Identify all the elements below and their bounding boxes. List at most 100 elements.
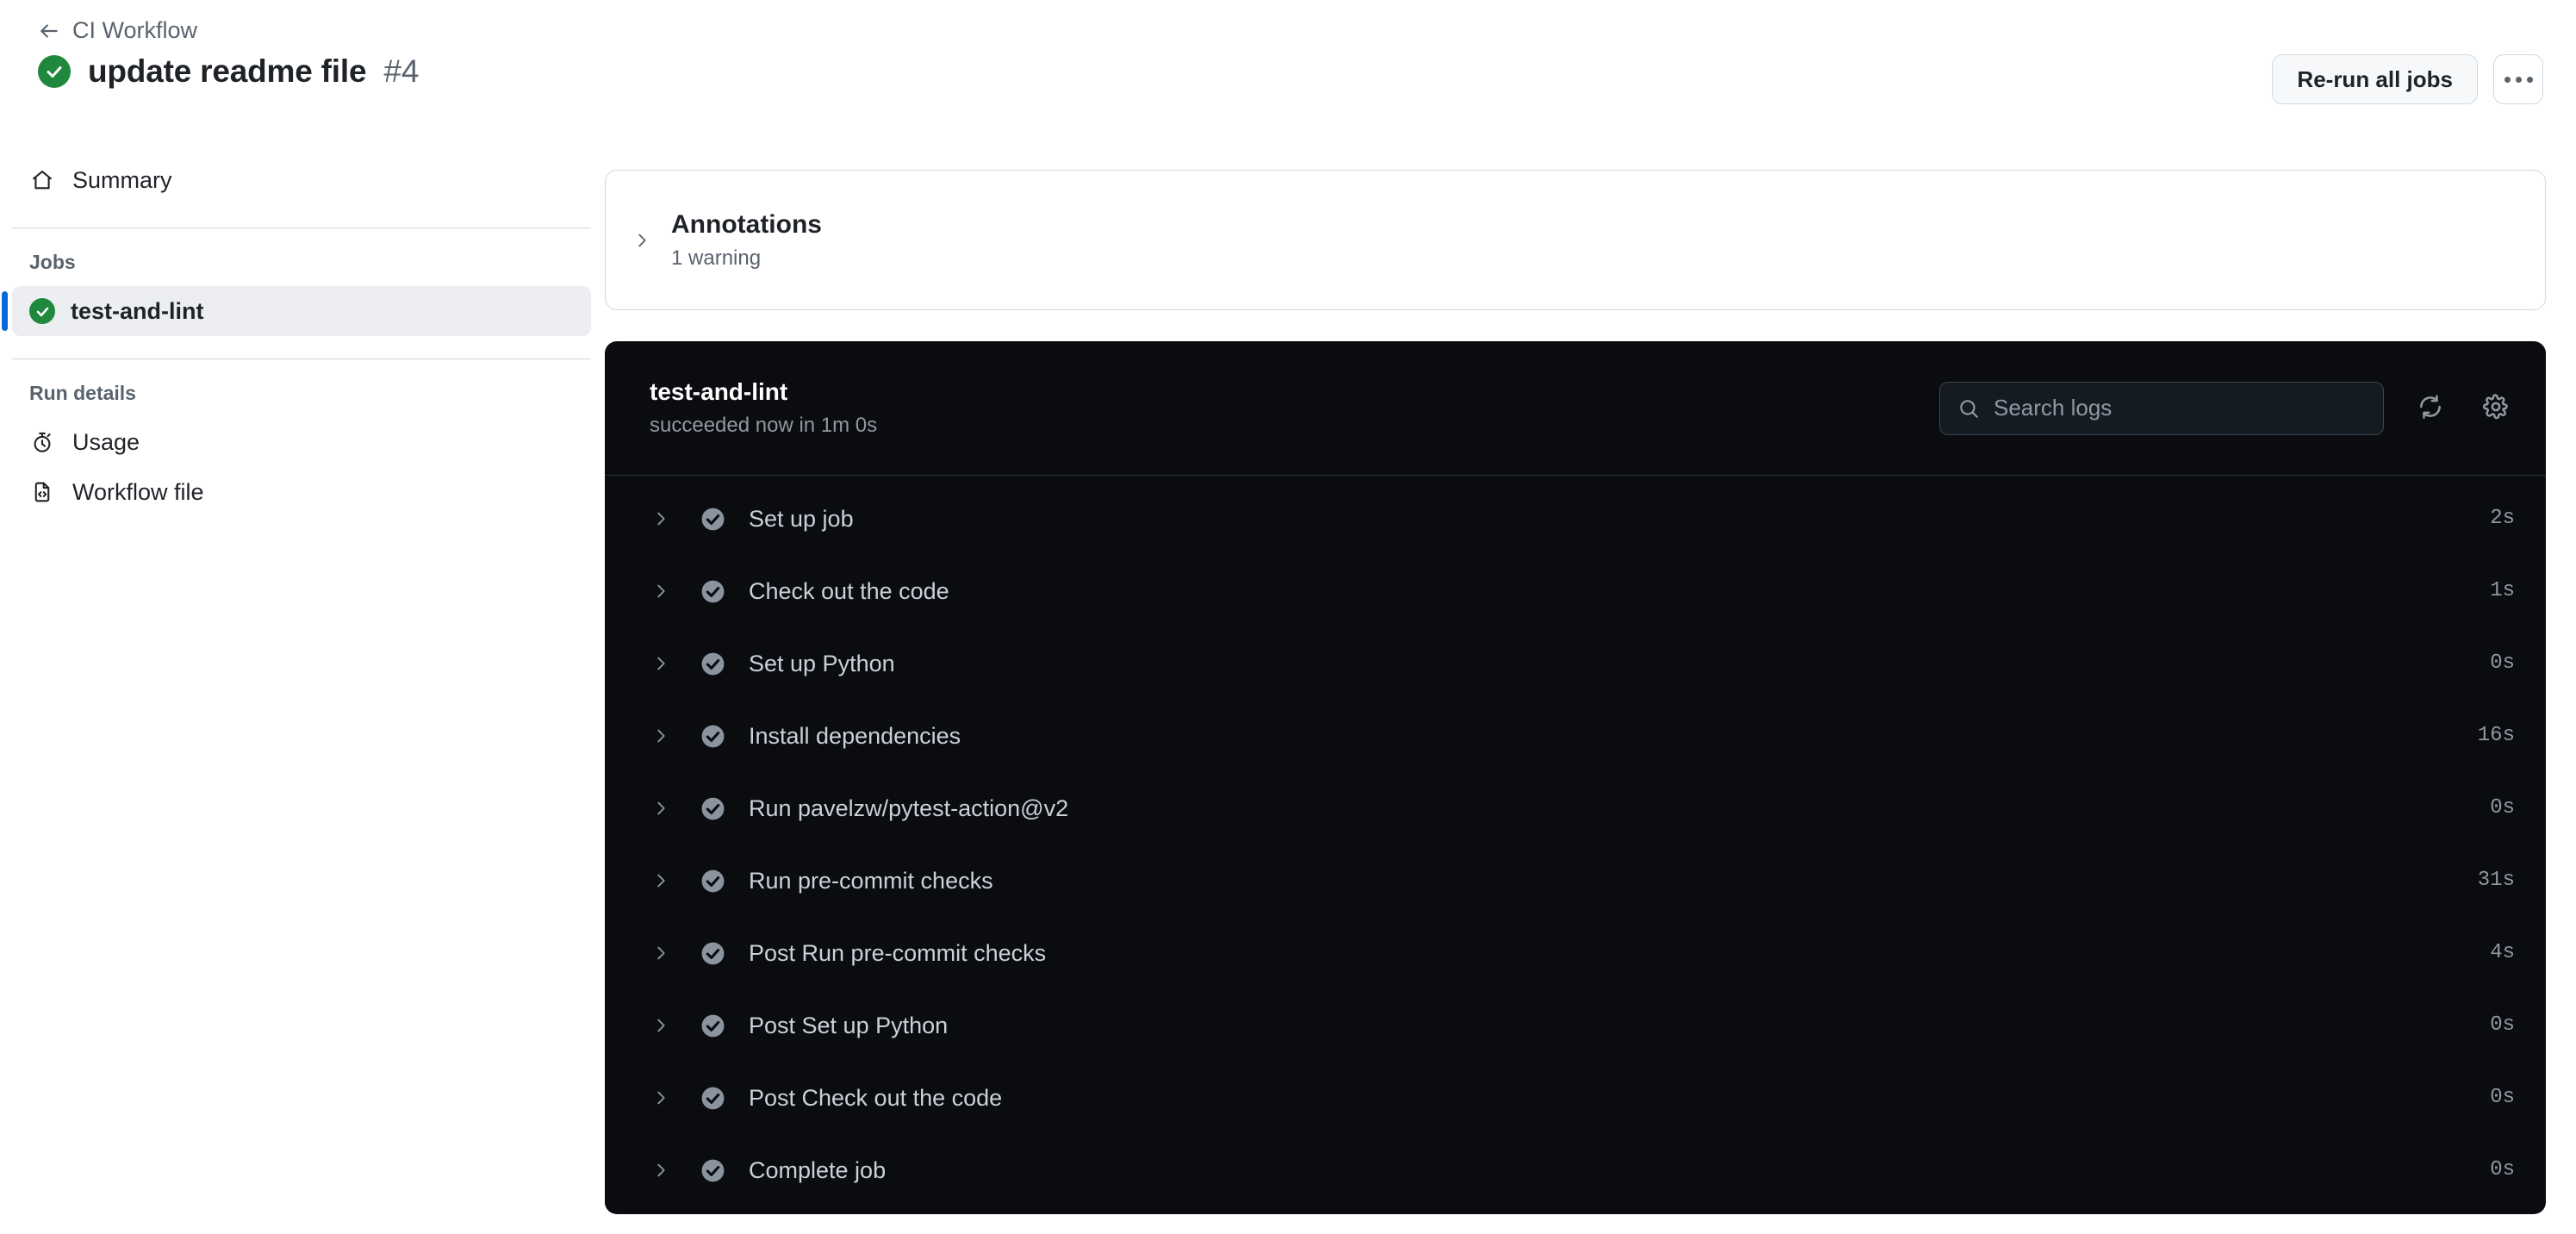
check-circle-success-icon — [29, 298, 55, 324]
header-actions: Re-run all jobs — [2272, 54, 2543, 104]
check-circle-muted-icon — [700, 651, 726, 677]
chevron-right-icon — [650, 582, 672, 601]
sidebar-item-workflow-file[interactable]: Workflow file — [12, 467, 591, 517]
job-step-duration: 0s — [2490, 1086, 2515, 1109]
chevron-right-icon — [650, 726, 672, 745]
job-step-duration: 0s — [2490, 796, 2515, 820]
job-step-name: Post Set up Python — [749, 1012, 949, 1038]
job-step-row[interactable]: Set up job 2s — [605, 483, 2546, 555]
job-step-duration: 0s — [2490, 651, 2515, 675]
check-circle-muted-icon — [700, 578, 726, 605]
chevron-right-icon — [650, 1088, 672, 1107]
page-header: CI Workflow update readme file #4 Re-run… — [0, 0, 2576, 155]
chevron-right-icon — [650, 799, 672, 818]
job-step-row[interactable]: Complete job 0s — [605, 1134, 2546, 1206]
job-step-name: Set up Python — [749, 650, 895, 676]
job-step-row[interactable]: Run pavelzw/pytest-action@v2 0s — [605, 772, 2546, 844]
search-logs-input[interactable] — [1994, 395, 2366, 421]
check-circle-muted-icon — [700, 940, 726, 967]
annotations-text-block: Annotations 1 warning — [671, 209, 822, 271]
search-icon — [1957, 397, 1980, 420]
job-log-panel: test-and-lint succeeded now in 1m 0s Sea… — [605, 341, 2546, 1214]
job-step-name: Check out the code — [749, 577, 949, 604]
main-content: Annotations 1 warning test-and-lint succ… — [603, 155, 2546, 1234]
annotations-panel: Annotations 1 warning — [605, 170, 2546, 310]
sidebar-section-jobs: Jobs — [29, 251, 76, 273]
sidebar: Summary Jobs test-and-lint Run details U… — [0, 155, 603, 1234]
job-step-row[interactable]: Post Run pre-commit checks 4s — [605, 917, 2546, 989]
check-circle-success-icon — [38, 55, 71, 89]
job-step-row[interactable]: Run pre-commit checks 31s — [605, 844, 2546, 917]
sidebar-divider-run-details — [12, 358, 591, 359]
chevron-right-icon — [632, 230, 652, 251]
refresh-logs-button[interactable] — [2411, 390, 2449, 427]
sidebar-item-workflow-file-label: Workflow file — [72, 478, 204, 505]
check-circle-muted-icon — [700, 506, 726, 533]
job-step-name: Install dependencies — [749, 722, 961, 749]
check-circle-muted-icon — [700, 795, 726, 822]
page-title: update readme file — [88, 53, 367, 89]
overflow-menu-button[interactable] — [2493, 54, 2543, 104]
sidebar-item-usage[interactable]: Usage — [12, 417, 591, 467]
kebab-horizontal-icon — [2504, 76, 2533, 83]
check-circle-muted-icon — [700, 868, 726, 894]
chevron-right-icon — [650, 871, 672, 890]
check-circle-muted-icon — [700, 723, 726, 750]
job-log-title: test-and-lint — [650, 377, 788, 405]
job-step-row[interactable]: Install dependencies 16s — [605, 700, 2546, 772]
job-steps-list: Set up job 2s Check out the code 1s Set up P… — [605, 476, 2546, 1206]
stopwatch-icon — [29, 429, 55, 455]
job-step-duration: 16s — [2477, 724, 2515, 747]
home-icon — [29, 167, 55, 193]
rerun-all-jobs-button[interactable]: Re-run all jobs — [2272, 54, 2478, 104]
chevron-right-icon — [650, 509, 672, 528]
job-step-duration: 2s — [2490, 507, 2515, 530]
chevron-right-icon — [650, 1016, 672, 1035]
check-circle-muted-icon — [700, 1157, 726, 1184]
annotations-summary: 1 warning — [671, 246, 762, 270]
job-step-row[interactable]: Set up Python 0s — [605, 627, 2546, 700]
job-step-duration: 0s — [2490, 1013, 2515, 1037]
job-log-title-block: test-and-lint succeeded now in 1m 0s — [650, 377, 877, 439]
run-number: #4 — [383, 53, 420, 89]
sidebar-item-summary-label: Summary — [72, 166, 172, 193]
workflow-run-page: CI Workflow update readme file #4 Re-run… — [0, 0, 2576, 1234]
annotations-toggle[interactable]: Annotations 1 warning — [606, 171, 2545, 309]
sync-icon — [2417, 393, 2444, 423]
sidebar-divider-jobs — [12, 227, 591, 228]
job-step-duration: 4s — [2490, 941, 2515, 964]
breadcrumb-label: CI Workflow — [72, 17, 198, 43]
job-step-name: Post Run pre-commit checks — [749, 939, 1047, 966]
sidebar-item-usage-label: Usage — [72, 428, 140, 455]
job-step-name: Complete job — [749, 1156, 887, 1183]
chevron-right-icon — [650, 1161, 672, 1180]
job-step-name: Post Check out the code — [749, 1084, 1003, 1111]
job-step-row[interactable]: Check out the code 1s — [605, 555, 2546, 627]
job-step-duration: 1s — [2490, 579, 2515, 602]
job-step-duration: 31s — [2477, 869, 2515, 892]
gear-icon — [2482, 393, 2510, 423]
job-log-status: succeeded now in 1m 0s — [650, 414, 878, 438]
job-step-row[interactable]: Post Set up Python 0s — [605, 989, 2546, 1062]
sidebar-item-job-test-and-lint[interactable]: test-and-lint — [2, 286, 591, 336]
sidebar-item-summary[interactable]: Summary — [12, 155, 591, 205]
log-settings-button[interactable] — [2477, 390, 2515, 427]
annotations-title: Annotations — [671, 210, 822, 240]
breadcrumb-back-link[interactable]: CI Workflow — [38, 19, 197, 42]
job-step-name: Run pre-commit checks — [749, 867, 993, 894]
job-step-name: Set up job — [749, 505, 854, 532]
job-step-duration: 0s — [2490, 1158, 2515, 1181]
job-step-row[interactable]: Post Check out the code 0s — [605, 1062, 2546, 1134]
chevron-right-icon — [650, 944, 672, 963]
search-logs-box[interactable] — [1939, 381, 2384, 435]
sidebar-job-label: test-and-lint — [71, 297, 204, 324]
chevron-right-icon — [650, 654, 672, 673]
arrow-left-icon — [38, 20, 60, 42]
file-code-icon — [29, 479, 55, 505]
sidebar-section-run-details: Run details — [29, 382, 136, 404]
run-title-row: update readme file #4 — [38, 53, 420, 90]
check-circle-muted-icon — [700, 1085, 726, 1112]
job-log-toolbar — [1939, 381, 2515, 435]
check-circle-muted-icon — [700, 1013, 726, 1039]
job-step-name: Run pavelzw/pytest-action@v2 — [749, 795, 1069, 821]
